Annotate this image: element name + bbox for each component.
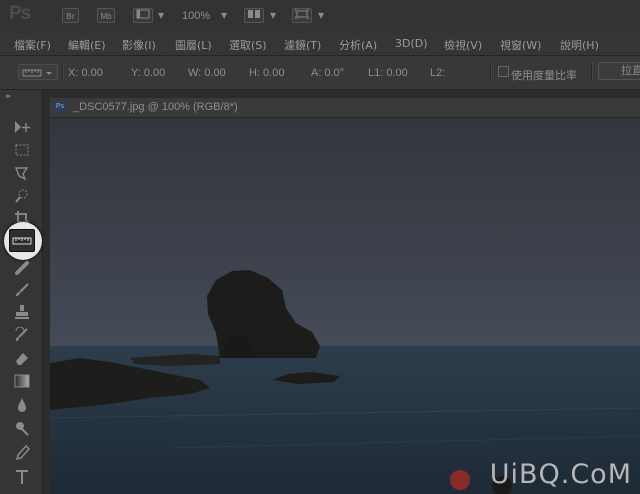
eraser-tool-icon[interactable] xyxy=(12,348,32,368)
type-tool-icon[interactable] xyxy=(12,467,32,487)
document-tab[interactable]: Ps _DSC0577.jpg @ 100% (RGB/8*) xyxy=(50,98,640,118)
image-canvas[interactable]: UiBQ.CoM xyxy=(50,118,640,494)
menu-filter[interactable]: 濾鏡(T) xyxy=(284,37,321,53)
y-readout: Y: 0.00 xyxy=(131,67,166,79)
brush-tool-icon[interactable] xyxy=(12,280,32,300)
tools-panel: ▸▸ xyxy=(0,90,43,494)
arrange-chevron-down-icon[interactable]: ▼ xyxy=(270,11,276,20)
gradient-tool-icon[interactable] xyxy=(12,371,32,391)
menu-edit[interactable]: 編輯(E) xyxy=(68,37,106,53)
seascape-photo xyxy=(50,118,640,494)
length1-readout: L1: 0.00 xyxy=(368,67,408,79)
view-extras-chevron-down-icon[interactable]: ▼ xyxy=(158,11,164,20)
dodge-tool-icon[interactable] xyxy=(12,418,32,438)
menu-window[interactable]: 視窗(W) xyxy=(500,37,541,53)
ruler-tool-icon xyxy=(12,237,32,244)
menu-help[interactable]: 說明(H) xyxy=(560,37,599,53)
tool-preset-picker[interactable] xyxy=(18,64,58,80)
angle-readout: A: 0.0° xyxy=(311,67,345,79)
zoom-chevron-down-icon[interactable]: ▼ xyxy=(221,11,227,20)
blur-tool-icon[interactable] xyxy=(12,395,32,415)
menu-3d[interactable]: 3D(D) xyxy=(395,37,428,50)
width-readout: W: 0.00 xyxy=(188,67,226,79)
menu-analysis[interactable]: 分析(A) xyxy=(339,37,377,53)
x-readout: X: 0.00 xyxy=(68,67,103,79)
pen-tool-icon[interactable] xyxy=(12,443,32,463)
use-measurement-scale-checkbox[interactable] xyxy=(498,66,509,77)
options-divider xyxy=(490,62,492,82)
ruler-icon xyxy=(22,69,52,77)
menu-layer[interactable]: 圖層(L) xyxy=(175,37,212,53)
options-bar: X: 0.00 Y: 0.00 W: 0.00 H: 0.00 A: 0.0° … xyxy=(0,56,640,90)
options-divider xyxy=(62,62,64,82)
document-title: _DSC0577.jpg @ 100% (RGB/8*) xyxy=(73,101,238,113)
lasso-tool-icon[interactable] xyxy=(12,163,32,183)
zoom-level[interactable]: 100% xyxy=(182,10,210,22)
marquee-tool-icon[interactable] xyxy=(12,140,32,160)
options-divider xyxy=(591,62,593,82)
mini-bridge-button[interactable]: Mb xyxy=(97,8,115,23)
use-measurement-scale-label: 使用度量比率 xyxy=(511,70,577,82)
photoshop-logo: Ps xyxy=(9,3,31,24)
application-bar: Ps Br Mb ▼ 100% ▼ ▼ ▼ xyxy=(0,0,640,34)
menu-view[interactable]: 檢視(V) xyxy=(444,37,482,53)
menu-select[interactable]: 選取(S) xyxy=(229,37,267,53)
ruler-tool-button[interactable] xyxy=(9,229,35,252)
move-tool-icon[interactable] xyxy=(12,117,32,137)
length2-readout: L2: xyxy=(430,67,446,79)
bridge-button[interactable]: Br xyxy=(62,8,79,23)
straighten-button[interactable]: 拉直 xyxy=(598,62,640,80)
arrange-documents-icon[interactable] xyxy=(244,8,264,23)
quick-selection-tool-icon[interactable] xyxy=(12,186,32,206)
menu-file[interactable]: 檔案(F) xyxy=(14,37,51,53)
watermark-text: UiBQ.CoM xyxy=(489,459,632,490)
panel-collapse-icon[interactable]: ▸▸ xyxy=(6,92,11,100)
photoshop-document-icon: Ps xyxy=(54,101,66,113)
screen-mode-icon[interactable] xyxy=(292,8,312,23)
menu-bar: 檔案(F) 編輯(E) 影像(I) 圖層(L) 選取(S) 濾鏡(T) 分析(A… xyxy=(0,33,640,56)
menu-image[interactable]: 影像(I) xyxy=(122,37,156,53)
healing-brush-tool-icon[interactable] xyxy=(12,258,32,278)
screen-mode-chevron-down-icon[interactable]: ▼ xyxy=(318,11,324,20)
height-readout: H: 0.00 xyxy=(249,67,285,79)
clone-stamp-tool-icon[interactable] xyxy=(12,302,32,322)
view-extras-icon[interactable] xyxy=(133,8,153,23)
history-brush-tool-icon[interactable] xyxy=(12,325,32,345)
